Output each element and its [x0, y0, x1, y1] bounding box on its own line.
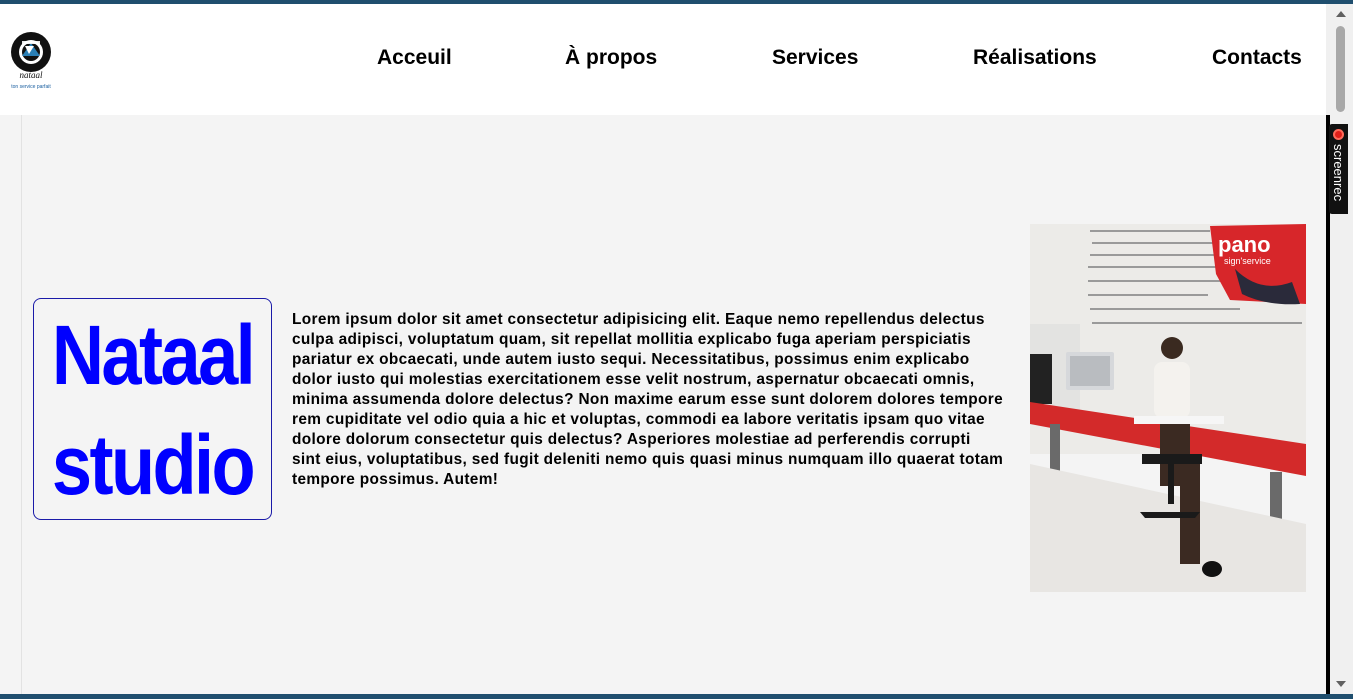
about-section: Nataal studio Lorem ipsum dolor sit amet… [0, 115, 1326, 694]
brand-title-line2: studio [51, 418, 256, 512]
nav-realisations[interactable]: Réalisations [973, 46, 1097, 70]
site-logo[interactable]: nataal ton service parfait [7, 32, 55, 92]
about-paragraph: Lorem ipsum dolor sit amet consectetur a… [292, 311, 1004, 488]
photo-sign-text: pano [1218, 232, 1271, 257]
section-divider [21, 115, 22, 694]
logo-tagline: ton service parfait [11, 84, 51, 90]
record-dot-icon [1333, 129, 1344, 140]
screenrec-label: screenrec [1331, 144, 1346, 202]
brand-card: Nataal studio [33, 298, 272, 520]
camera-lens-logo-icon: nataal ton service parfait [11, 32, 51, 90]
studio-photo: pano sign'service [1030, 224, 1306, 592]
nav-acceuil[interactable]: Acceuil [377, 46, 452, 70]
scroll-down-arrow-icon[interactable] [1336, 681, 1346, 687]
site-header: nataal ton service parfait Acceuil À pro… [0, 4, 1326, 115]
logo-text: nataal [19, 70, 43, 80]
brand-title-line1: Nataal [51, 308, 256, 402]
photo-sign-sub: sign'service [1224, 256, 1271, 266]
nav-a-propos[interactable]: À propos [565, 46, 657, 70]
nav-contacts[interactable]: Contacts [1212, 46, 1302, 70]
page-viewport: nataal ton service parfait Acceuil À pro… [0, 4, 1353, 694]
nav-services[interactable]: Services [772, 46, 858, 70]
screenrec-widget[interactable]: screenrec [1329, 124, 1348, 214]
vertical-scrollbar[interactable] [1326, 4, 1353, 694]
scroll-up-arrow-icon[interactable] [1336, 11, 1346, 17]
scroll-thumb[interactable] [1336, 26, 1345, 112]
